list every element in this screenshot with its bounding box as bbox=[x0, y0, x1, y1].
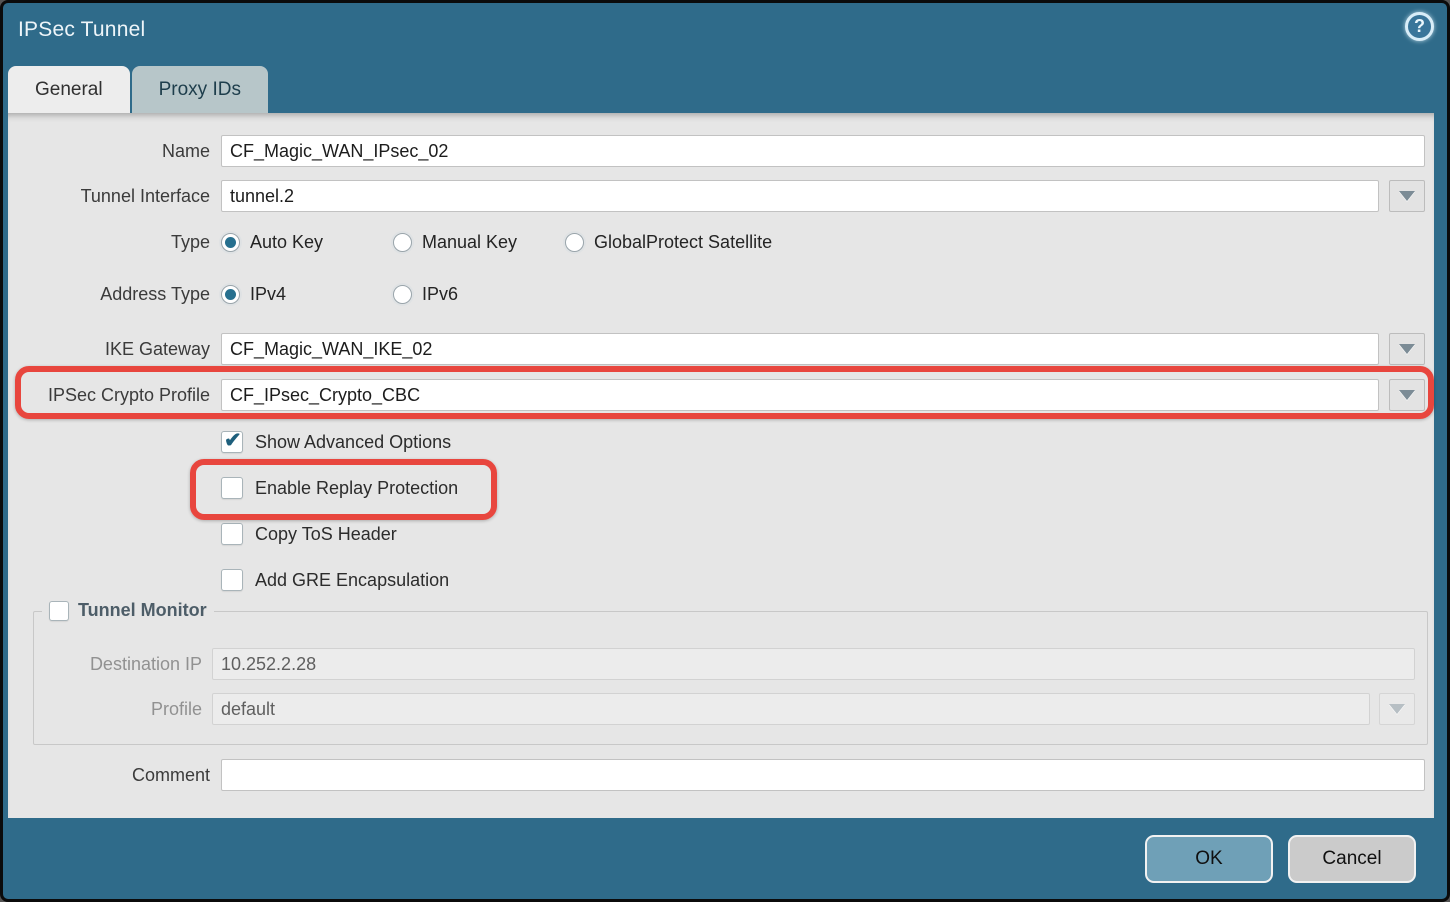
comment-input[interactable] bbox=[221, 759, 1425, 791]
name-row: Name bbox=[8, 135, 1434, 167]
profile-dropdown-button bbox=[1379, 693, 1415, 725]
radio-globalprotect-satellite[interactable]: GlobalProtect Satellite bbox=[565, 232, 772, 253]
tunnel-interface-row: Tunnel Interface bbox=[8, 180, 1434, 212]
radio-label: Manual Key bbox=[422, 232, 517, 253]
profile-input bbox=[212, 693, 1370, 725]
radio-label: IPv4 bbox=[250, 284, 286, 305]
checkbox-label: Copy ToS Header bbox=[255, 524, 397, 545]
checkbox-label: Enable Replay Protection bbox=[255, 478, 458, 499]
ipsec-crypto-profile-input[interactable] bbox=[221, 379, 1379, 411]
checkbox-label: Show Advanced Options bbox=[255, 432, 451, 453]
enable-replay-protection-row[interactable]: Enable Replay Protection bbox=[221, 477, 1434, 499]
address-type-row: Address Type IPv4 IPv6 bbox=[8, 281, 1434, 307]
tunnel-monitor-legend: Tunnel Monitor bbox=[42, 600, 214, 621]
radio-icon[interactable] bbox=[565, 233, 584, 252]
dialog-footer: OK Cancel bbox=[3, 818, 1447, 899]
dialog-titlebar: IPSec Tunnel ? bbox=[3, 3, 1447, 65]
radio-icon[interactable] bbox=[393, 233, 412, 252]
enable-replay-protection-checkbox[interactable] bbox=[221, 477, 243, 499]
cancel-button[interactable]: Cancel bbox=[1288, 835, 1416, 883]
tunnel-interface-label: Tunnel Interface bbox=[8, 186, 210, 207]
radio-ipv4[interactable]: IPv4 bbox=[221, 284, 359, 305]
general-tab-panel: Name Tunnel Interface Type Auto Key Manu… bbox=[8, 113, 1434, 818]
ok-button[interactable]: OK bbox=[1145, 835, 1273, 883]
ipsec-crypto-profile-dropdown-button[interactable] bbox=[1389, 379, 1425, 411]
show-advanced-options-checkbox[interactable] bbox=[221, 431, 243, 453]
add-gre-encapsulation-row[interactable]: Add GRE Encapsulation bbox=[221, 569, 1434, 591]
ike-gateway-dropdown-button[interactable] bbox=[1389, 333, 1425, 365]
destination-ip-input bbox=[212, 648, 1415, 680]
show-advanced-options-row[interactable]: Show Advanced Options bbox=[221, 431, 1434, 453]
name-input[interactable] bbox=[221, 135, 1425, 167]
radio-label: IPv6 bbox=[422, 284, 458, 305]
chevron-down-icon bbox=[1389, 704, 1405, 714]
ike-gateway-label: IKE Gateway bbox=[8, 339, 210, 360]
ipsec-tunnel-dialog: IPSec Tunnel ? General Proxy IDs Name Tu… bbox=[0, 0, 1450, 902]
copy-tos-header-checkbox[interactable] bbox=[221, 523, 243, 545]
ike-gateway-row: IKE Gateway bbox=[8, 333, 1434, 365]
radio-icon[interactable] bbox=[221, 233, 240, 252]
chevron-down-icon bbox=[1399, 191, 1415, 201]
type-row: Type Auto Key Manual Key GlobalProtect S… bbox=[8, 229, 1434, 255]
tunnel-interface-dropdown-button[interactable] bbox=[1389, 180, 1425, 212]
ipsec-crypto-profile-label: IPSec Crypto Profile bbox=[8, 385, 210, 406]
tunnel-monitor-fieldset: Tunnel Monitor Destination IP Profile bbox=[33, 611, 1428, 745]
radio-icon[interactable] bbox=[393, 285, 412, 304]
profile-label: Profile bbox=[34, 699, 202, 720]
ipsec-crypto-profile-row: IPSec Crypto Profile bbox=[8, 379, 1434, 411]
tunnel-monitor-label: Tunnel Monitor bbox=[78, 600, 207, 621]
radio-ipv6[interactable]: IPv6 bbox=[393, 284, 458, 305]
tunnel-monitor-checkbox[interactable] bbox=[49, 601, 69, 621]
radio-manual-key[interactable]: Manual Key bbox=[393, 232, 531, 253]
radio-label: GlobalProtect Satellite bbox=[594, 232, 772, 253]
add-gre-encapsulation-checkbox[interactable] bbox=[221, 569, 243, 591]
chevron-down-icon bbox=[1399, 390, 1415, 400]
ike-gateway-input[interactable] bbox=[221, 333, 1379, 365]
comment-row: Comment bbox=[8, 759, 1434, 791]
chevron-down-icon bbox=[1399, 344, 1415, 354]
radio-auto-key[interactable]: Auto Key bbox=[221, 232, 359, 253]
address-type-radio-group: IPv4 IPv6 bbox=[221, 284, 458, 305]
address-type-label: Address Type bbox=[8, 284, 210, 305]
help-icon[interactable]: ? bbox=[1405, 12, 1434, 41]
tab-proxy-ids[interactable]: Proxy IDs bbox=[132, 66, 268, 113]
name-label: Name bbox=[8, 141, 210, 162]
dialog-title: IPSec Tunnel bbox=[18, 18, 145, 42]
tab-bar: General Proxy IDs bbox=[8, 66, 268, 113]
tab-general[interactable]: General bbox=[8, 66, 130, 113]
checkbox-label: Add GRE Encapsulation bbox=[255, 570, 449, 591]
destination-ip-label: Destination IP bbox=[34, 654, 202, 675]
type-radio-group: Auto Key Manual Key GlobalProtect Satell… bbox=[221, 232, 772, 253]
radio-icon[interactable] bbox=[221, 285, 240, 304]
destination-ip-row: Destination IP bbox=[34, 648, 1427, 680]
profile-row: Profile bbox=[34, 693, 1427, 725]
type-label: Type bbox=[8, 232, 210, 253]
tunnel-interface-input[interactable] bbox=[221, 180, 1379, 212]
comment-label: Comment bbox=[8, 765, 210, 786]
radio-label: Auto Key bbox=[250, 232, 323, 253]
copy-tos-header-row[interactable]: Copy ToS Header bbox=[221, 523, 1434, 545]
